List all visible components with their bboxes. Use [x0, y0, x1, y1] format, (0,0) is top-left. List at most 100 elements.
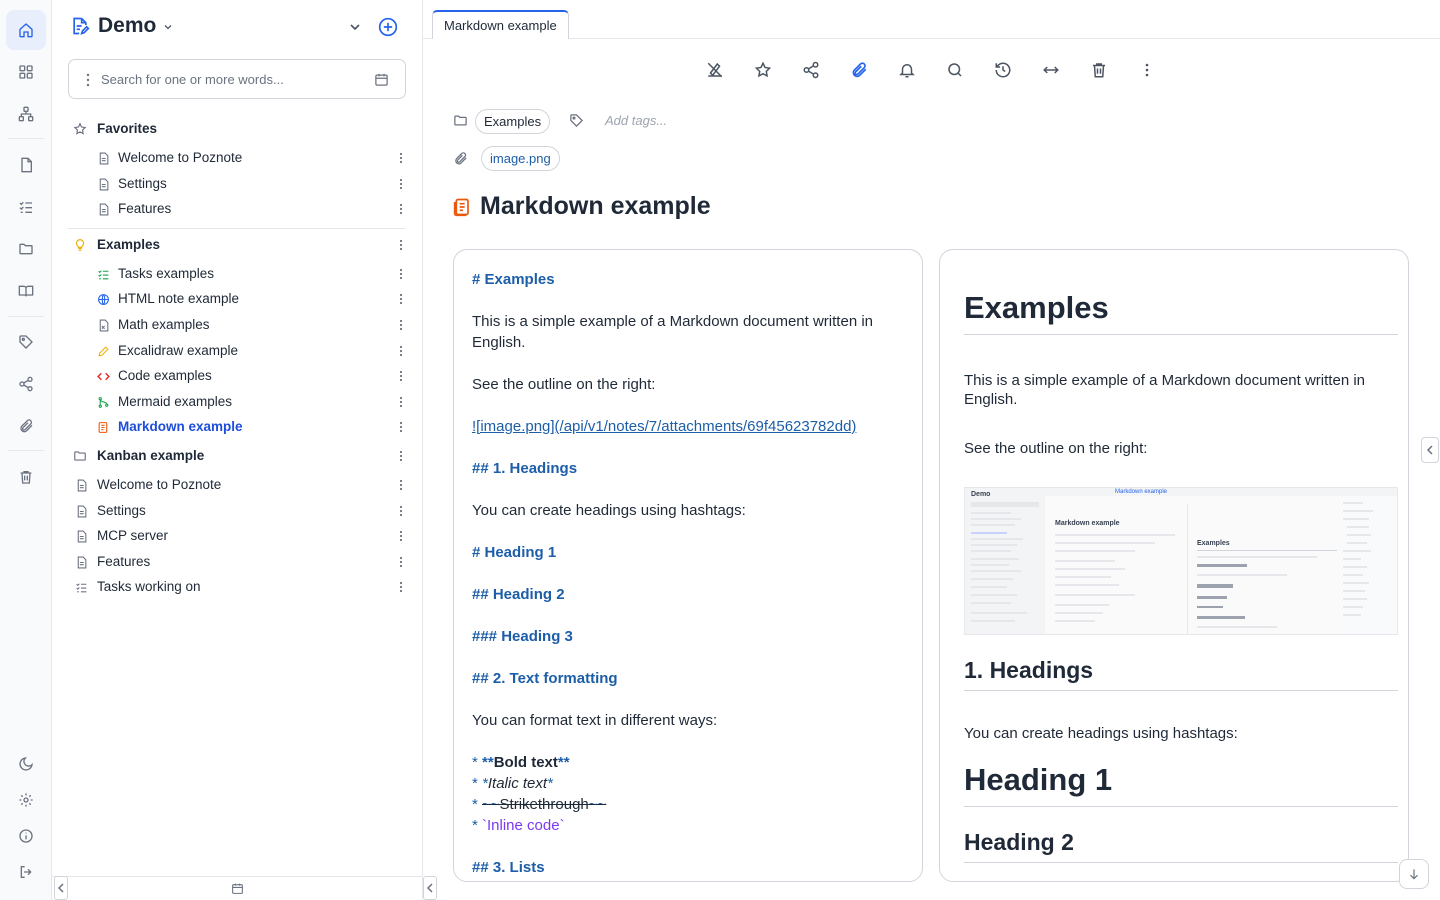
width-toggle-icon[interactable] [1040, 59, 1062, 81]
dashboard-icon[interactable] [6, 52, 46, 92]
folder-kanban[interactable]: Kanban example [68, 444, 408, 468]
shared-icon[interactable] [6, 364, 46, 404]
more-icon[interactable] [394, 503, 408, 519]
preview-paragraph: This is a simple example of a Markdown d… [964, 372, 1366, 408]
more-icon[interactable] [394, 237, 408, 253]
more-icon[interactable] [394, 201, 408, 217]
tab-markdown-example[interactable]: Markdown example [432, 10, 569, 39]
home-icon[interactable] [6, 10, 46, 50]
note-item-label: Features [97, 554, 151, 569]
favorite-star-icon[interactable] [752, 59, 774, 81]
gear-icon[interactable] [6, 780, 46, 820]
more-icon[interactable] [394, 579, 408, 595]
favorite-item[interactable]: Features [68, 197, 408, 221]
note-item-label: Tasks working on [97, 579, 201, 594]
paperclip-icon [453, 151, 468, 166]
star-icon [73, 122, 87, 136]
more-icon[interactable] [394, 266, 408, 282]
search-icon[interactable] [944, 59, 966, 81]
collapse-left-icon[interactable] [54, 876, 68, 900]
md-paragraph: You can create headings using hashtags: [472, 502, 746, 519]
moon-icon[interactable] [6, 744, 46, 784]
folder-label: Examples [97, 237, 161, 252]
icon-rail [0, 0, 52, 900]
more-icon[interactable] [394, 528, 408, 544]
more-icon[interactable] [394, 343, 408, 359]
folders-icon[interactable] [6, 229, 46, 269]
toggle-markdown-icon[interactable] [704, 59, 726, 81]
math-icon [96, 318, 110, 332]
note-item[interactable]: MCP server [68, 524, 408, 548]
search-input[interactable]: Search for one or more words... [101, 72, 284, 87]
folder-pill[interactable]: Examples [475, 109, 551, 134]
more-icon[interactable] [394, 419, 408, 435]
md-heading: ### Heading 3 [472, 628, 573, 645]
more-options-icon[interactable] [1136, 59, 1158, 81]
search-options-icon[interactable] [85, 73, 91, 87]
tags-icon[interactable] [6, 322, 46, 362]
note-item[interactable]: Mermaid examples [68, 390, 408, 414]
note-item[interactable]: Settings [68, 499, 408, 523]
workspace-chevron-icon[interactable] [162, 21, 174, 33]
note-title[interactable]: Markdown example [480, 192, 711, 221]
more-icon[interactable] [394, 176, 408, 192]
share-icon[interactable] [800, 59, 822, 81]
md-image-link[interactable]: ![image.png](/api/v1/notes/7/attachments… [472, 416, 902, 437]
info-icon[interactable] [6, 816, 46, 856]
more-icon[interactable] [394, 150, 408, 166]
note-item[interactable]: Math examples [68, 313, 408, 337]
note-icon [96, 151, 110, 165]
note-item[interactable]: HTML note example [68, 287, 408, 311]
scroll-down-icon[interactable] [1399, 859, 1429, 889]
favorites-label: Favorites [97, 121, 158, 136]
note-item-label: MCP server [97, 528, 169, 543]
more-icon[interactable] [394, 291, 408, 307]
attachments-icon[interactable] [6, 406, 46, 446]
more-icon[interactable] [394, 317, 408, 333]
calendar-icon[interactable] [231, 882, 244, 895]
notes-icon[interactable] [6, 145, 46, 185]
note-item[interactable]: Tasks working on [68, 575, 408, 599]
workspace-title[interactable]: Demo [98, 14, 156, 38]
favorite-item-label: Welcome to Poznote [118, 150, 243, 165]
preview-paragraph: You can create headings using hashtags: [964, 725, 1238, 742]
note-item[interactable]: Excalidraw example [68, 339, 408, 363]
more-icon[interactable] [394, 448, 408, 464]
favorite-item[interactable]: Welcome to Poznote [68, 146, 408, 170]
note-item-active[interactable]: Markdown example [68, 415, 408, 439]
attachment-paperclip-icon[interactable] [848, 59, 870, 81]
attachment-pill[interactable]: image.png [481, 146, 560, 171]
trash-icon[interactable] [6, 457, 46, 497]
logout-icon[interactable] [6, 852, 46, 892]
note-item-label: Code examples [118, 368, 212, 383]
favorite-item[interactable]: Settings [68, 172, 408, 196]
note-icon [74, 504, 88, 518]
note-icon [74, 478, 88, 492]
more-icon[interactable] [394, 368, 408, 384]
note-item[interactable]: Features [68, 550, 408, 574]
preview-h2: 1. Headings [964, 657, 1094, 683]
pencil-icon [96, 344, 110, 358]
more-icon[interactable] [394, 477, 408, 493]
add-note-icon[interactable] [378, 17, 398, 37]
tags-input[interactable]: Add tags... [605, 113, 667, 128]
favorites-section[interactable]: Favorites [68, 117, 408, 141]
note-item[interactable]: Welcome to Poznote [68, 473, 408, 497]
book-icon[interactable] [6, 271, 46, 311]
history-icon[interactable] [992, 59, 1014, 81]
bell-icon[interactable] [896, 59, 918, 81]
calendar-icon[interactable] [374, 72, 389, 87]
folder-examples[interactable]: Examples [68, 233, 408, 257]
markdown-editor[interactable]: # Examples This is a simple example of a… [453, 249, 923, 882]
trash-icon[interactable] [1088, 59, 1110, 81]
note-item[interactable]: Tasks examples [68, 262, 408, 286]
tasks-icon[interactable] [6, 187, 46, 227]
note-item-label: Tasks examples [118, 266, 215, 281]
note-item[interactable]: Code examples [68, 364, 408, 388]
more-icon[interactable] [394, 554, 408, 570]
more-icon[interactable] [394, 394, 408, 410]
outline-toggle-icon[interactable] [1421, 437, 1439, 463]
workspaces-icon[interactable] [6, 94, 46, 134]
collapse-all-chevron-icon[interactable] [347, 19, 363, 35]
search-bar[interactable]: Search for one or more words... [68, 59, 406, 99]
